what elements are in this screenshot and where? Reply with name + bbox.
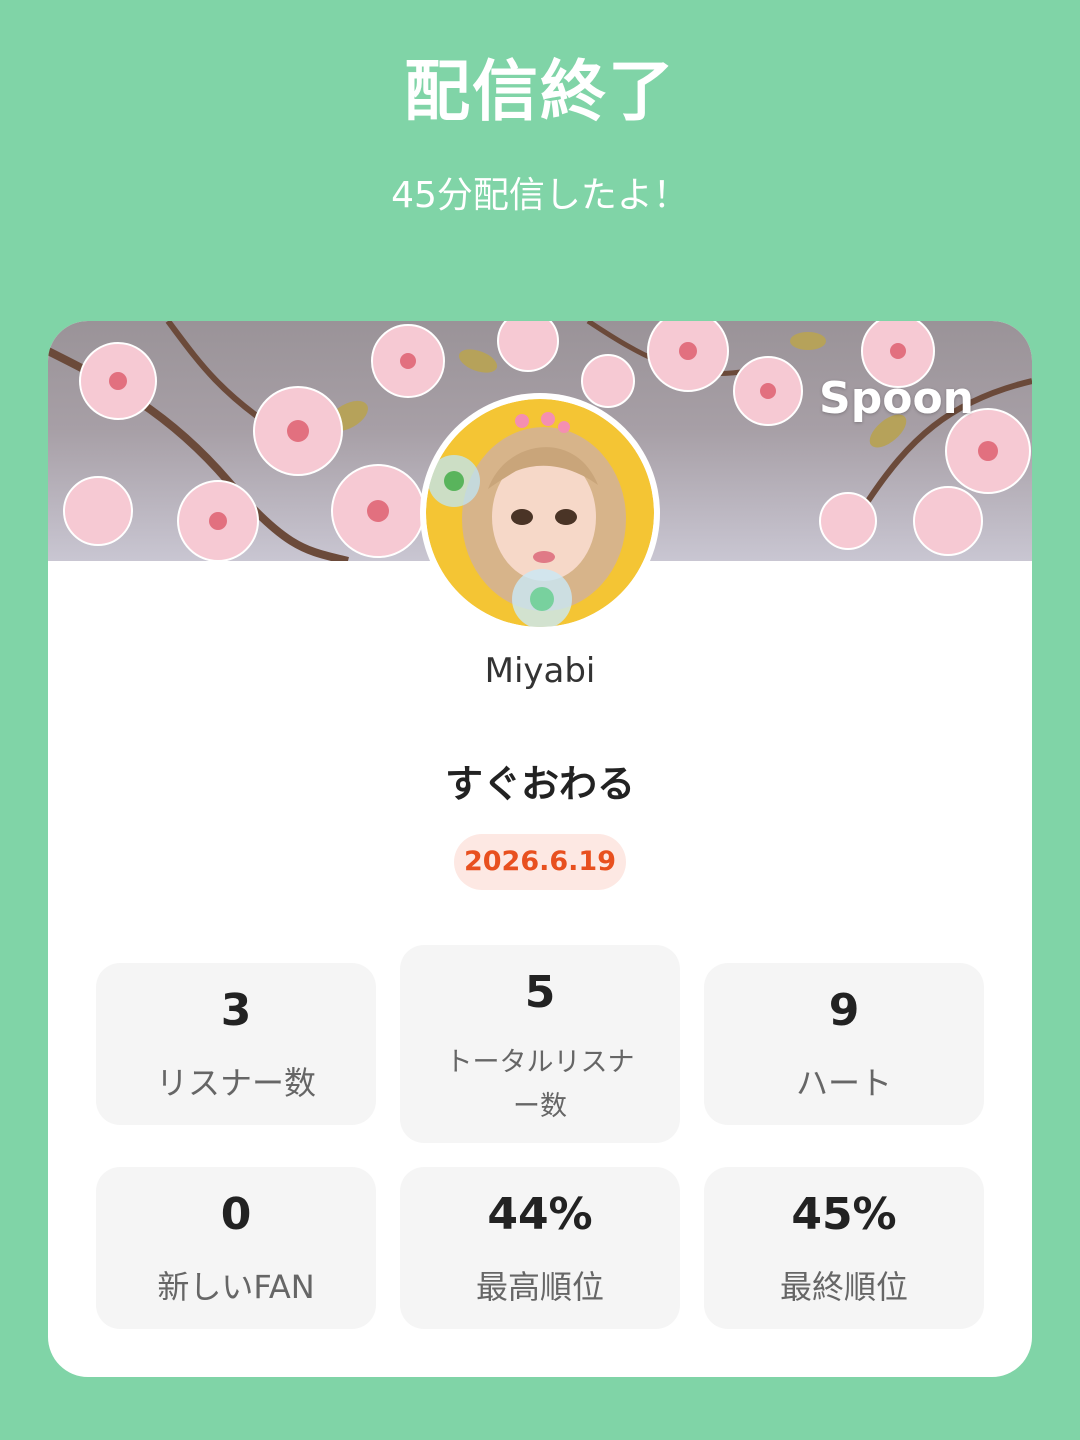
- stat-label: リスナー数: [155, 1064, 316, 1102]
- stat-value: 5: [524, 967, 556, 1018]
- page-title: 配信終了: [404, 53, 676, 130]
- date-badge: 2026.6.19: [454, 834, 626, 890]
- stat-final-rank: 45% 最終順位: [704, 1167, 984, 1329]
- stat-value: 3: [220, 985, 252, 1036]
- profile-picture: [426, 399, 654, 627]
- stat-label: トータルリスナー数: [445, 1047, 635, 1122]
- stat-total-listeners: 5 トータルリスナー数: [400, 945, 680, 1143]
- stat-value: 44%: [487, 1189, 593, 1240]
- broadcast-title: すぐおわる: [444, 762, 635, 806]
- avatar[interactable]: [420, 393, 660, 633]
- stat-new-fans: 0 新しいFAN: [96, 1167, 376, 1329]
- stat-label: ハート: [795, 1064, 892, 1102]
- stat-hearts: 9 ハート: [704, 963, 984, 1125]
- stat-listeners: 3 リスナー数: [96, 963, 376, 1125]
- duration-subtitle: 45分配信したよ！: [391, 175, 689, 216]
- username: Miyabi: [484, 651, 596, 691]
- stat-label: 最高順位: [475, 1268, 604, 1306]
- stat-label: 新しいFAN: [157, 1268, 315, 1306]
- stat-value: 0: [220, 1189, 252, 1240]
- stat-best-rank: 44% 最高順位: [400, 1167, 680, 1329]
- stat-label: 最終順位: [779, 1268, 908, 1306]
- stat-value: 9: [828, 985, 860, 1036]
- spoon-logo: Spoon: [819, 373, 974, 424]
- stat-value: 45%: [791, 1189, 897, 1240]
- broadcast-summary-card: Spoon Miyabi すぐおわる 2026.6.19 3 リスナー数 5 ト…: [48, 321, 1032, 1377]
